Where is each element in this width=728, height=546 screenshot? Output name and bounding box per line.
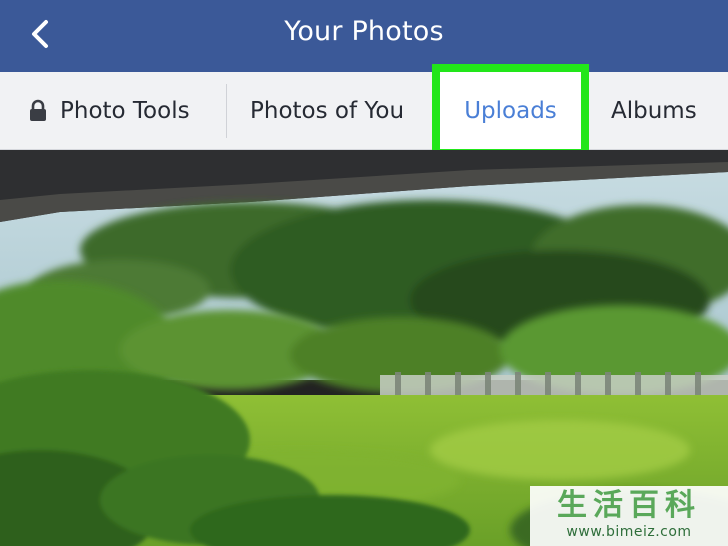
tab-photos-of-you[interactable]: Photos of You	[250, 72, 404, 149]
top-navigation-bar: Your Photos	[0, 0, 728, 72]
tab-albums-label: Albums	[611, 97, 697, 124]
tab-photo-tools[interactable]: Photo Tools	[28, 72, 190, 149]
tab-uploads-highlight: Uploads	[432, 64, 589, 157]
tab-albums[interactable]: Albums	[611, 72, 697, 149]
tab-photos-of-you-label: Photos of You	[250, 97, 405, 124]
watermark-url: www.bimeiz.com	[566, 524, 692, 540]
lock-icon	[28, 99, 48, 123]
tab-photo-tools-label: Photo Tools	[60, 97, 190, 124]
photos-tab-bar: Photo Tools Photos of You Albums	[0, 72, 728, 150]
page-title: Your Photos	[284, 16, 444, 47]
watermark-chinese-text: 生活百科	[557, 488, 701, 523]
tab-divider	[226, 84, 227, 138]
site-watermark: 生活百科 www.bimeiz.com	[530, 486, 728, 546]
tab-uploads[interactable]: Uploads	[440, 72, 581, 149]
tab-uploads-label: Uploads	[464, 97, 557, 124]
